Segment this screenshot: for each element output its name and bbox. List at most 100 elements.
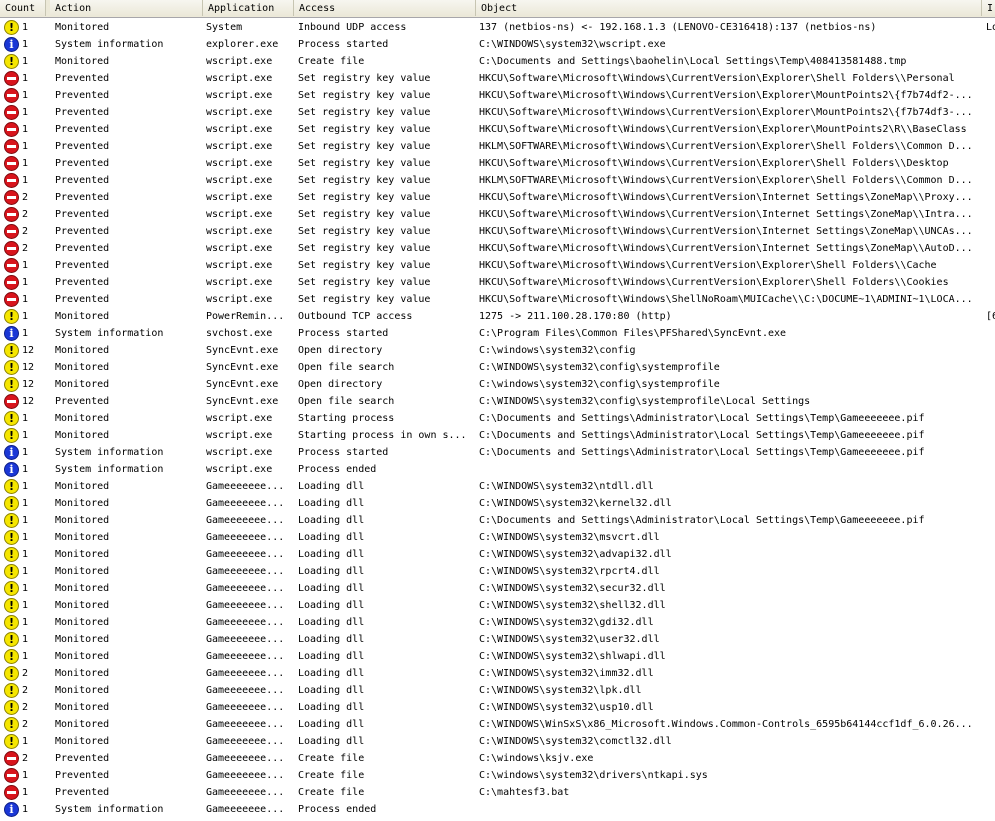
table-row[interactable]: 1 Prevented wscript.exe Set registry key va… [0,291,995,308]
application-cell: Gameeeeeee... [206,685,285,696]
table-row[interactable]: 1 System information wscript.exe Process en… [0,461,995,478]
table-row[interactable]: 1 Prevented wscript.exe Set registry key va… [0,87,995,104]
table-row[interactable]: 1 Monitored wscript.exe Starting process in… [0,427,995,444]
count-value: 1 [22,515,29,526]
table-row[interactable]: 2 Monitored Gameeeeeee... Loading dll C:\WIN… [0,682,995,699]
extra-cell: Lo [986,22,995,33]
access-cell: Process ended [298,464,377,475]
action-cell: Prevented [55,158,110,169]
extra-cell [986,223,995,240]
extra-cell [986,631,995,648]
column-header-action[interactable]: Action [50,0,203,16]
extra-cell [986,257,995,274]
table-row[interactable]: 1 Prevented wscript.exe Set registry key va… [0,155,995,172]
table-row[interactable]: 1 Prevented wscript.exe Set registry key va… [0,138,995,155]
table-row[interactable]: 2 Monitored Gameeeeeee... Loading dll C:\WIN… [0,665,995,682]
column-header-access[interactable]: Access [294,0,476,16]
table-row[interactable]: 1 Prevented wscript.exe Set registry key va… [0,121,995,138]
table-row[interactable]: 1 Monitored wscript.exe Starting process C:\… [0,410,995,427]
table-row[interactable]: 2 Prevented wscript.exe Set registry key va… [0,189,995,206]
count-cell: 12 [0,393,50,410]
count-cell: 2 [0,189,50,206]
table-row[interactable]: 1 Prevented wscript.exe Set registry key va… [0,70,995,87]
count-cell: 2 [0,682,50,699]
action-cell: Monitored [55,532,110,543]
table-row[interactable]: 1 System information Gameeeeeee... Process … [0,801,995,818]
object-cell: C:\WINDOWS\system32\shlwapi.dll [479,651,666,662]
extra-cell [986,427,995,444]
table-row[interactable]: 1 Prevented wscript.exe Set registry key va… [0,257,995,274]
table-row[interactable]: 1 Prevented wscript.exe Set registry key va… [0,172,995,189]
table-row[interactable]: 2 Prevented wscript.exe Set registry key va… [0,240,995,257]
warning-icon [4,360,19,375]
table-row[interactable]: 1 Prevented Gameeeeeee... Create file C:\mah… [0,784,995,801]
table-row[interactable]: 12 Prevented SyncEvnt.exe Open file search C… [0,393,995,410]
table-row[interactable]: 1 Monitored Gameeeeeee... Loading dll C:\WIN… [0,495,995,512]
table-row[interactable]: 2 Monitored Gameeeeeee... Loading dll C:\WIN… [0,699,995,716]
table-row[interactable]: 12 Monitored SyncEvnt.exe Open file search C… [0,359,995,376]
application-cell: Gameeeeeee... [206,634,285,645]
count-value: 2 [22,209,29,220]
object-cell: HKCU\Software\Microsoft\Windows\CurrentV… [479,158,949,169]
action-cell: Monitored [55,668,110,679]
table-row[interactable]: 1 Prevented wscript.exe Set registry key va… [0,104,995,121]
table-row[interactable]: 1 Monitored Gameeeeeee... Loading dll C:\WIN… [0,648,995,665]
table-row[interactable]: 1 Monitored Gameeeeeee... Loading dll C:\WIN… [0,580,995,597]
object-cell: C:\WINDOWS\system32\lpk.dll [479,685,642,696]
column-header-application[interactable]: Application [203,0,294,16]
table-row[interactable]: 1 Monitored Gameeeeeee... Loading dll C:\WIN… [0,631,995,648]
count-cell: 1 [0,648,50,665]
access-cell: Loading dll [298,634,365,645]
table-row[interactable]: 1 System information explorer.exe Process s… [0,36,995,53]
event-log-table: Count Action Application Access Object I… [0,0,995,821]
table-row[interactable]: 1 Monitored PowerRemin... Outbound TCP acce… [0,308,995,325]
count-value: 1 [22,260,29,271]
count-value: 2 [22,226,29,237]
table-row[interactable]: 1 Monitored Gameeeeeee... Loading dll C:\WIN… [0,733,995,750]
count-value: 1 [22,549,29,560]
table-row[interactable]: 1 Monitored Gameeeeeee... Loading dll C:\WIN… [0,529,995,546]
table-row[interactable]: 1 System information svchost.exe Process st… [0,325,995,342]
application-cell: Gameeeeeee... [206,736,285,747]
action-cell: Monitored [55,634,110,645]
table-row[interactable]: 1 Monitored Gameeeeeee... Loading dll C:\WIN… [0,614,995,631]
info-icon [4,326,19,341]
extra-cell [986,495,995,512]
table-row[interactable]: 12 Monitored SyncEvnt.exe Open directory C:\… [0,376,995,393]
count-value: 1 [22,566,29,577]
count-cell: 1 [0,172,50,189]
count-value: 1 [22,413,29,424]
table-row[interactable]: 1 Prevented wscript.exe Set registry key va… [0,274,995,291]
table-row[interactable]: 12 Monitored SyncEvnt.exe Open directory C:\… [0,342,995,359]
table-row[interactable]: 1 Prevented Gameeeeeee... Create file C:\win… [0,767,995,784]
warning-icon [4,411,19,426]
application-cell: wscript.exe [206,158,273,169]
table-row[interactable]: 2 Prevented wscript.exe Set registry key va… [0,223,995,240]
table-row[interactable]: 1 Monitored Gameeeeeee... Loading dll C:\WIN… [0,597,995,614]
deny-icon [4,173,19,188]
table-row[interactable]: 2 Prevented wscript.exe Set registry key va… [0,206,995,223]
action-cell: Prevented [55,124,110,135]
application-cell: wscript.exe [206,175,273,186]
table-row[interactable]: 1 Monitored Gameeeeeee... Loading dll C:\WIN… [0,478,995,495]
column-header-object[interactable]: Object [476,0,982,16]
access-cell: Process ended [298,804,377,815]
table-row[interactable]: 1 Monitored wscript.exe Create file C:\Docum… [0,53,995,70]
count-value: 12 [22,396,35,407]
action-cell: Monitored [55,549,110,560]
object-cell: HKCU\Software\Microsoft\Windows\CurrentV… [479,226,973,237]
column-header-count[interactable]: Count [0,0,46,16]
table-row[interactable]: 2 Monitored Gameeeeeee... Loading dll C:\WIN… [0,716,995,733]
application-cell: Gameeeeeee... [206,498,285,509]
application-cell: Gameeeeeee... [206,600,285,611]
table-row[interactable]: 1 Monitored System Inbound UDP access 137 (n… [0,19,995,36]
table-row[interactable]: 2 Prevented Gameeeeeee... Create file C:\win… [0,750,995,767]
table-row[interactable]: 1 System information wscript.exe Process st… [0,444,995,461]
table-row[interactable]: 1 Monitored Gameeeeeee... Loading dll C:\WIN… [0,563,995,580]
access-cell: Loading dll [298,736,365,747]
count-value: 1 [22,124,29,135]
table-row[interactable]: 1 Monitored Gameeeeeee... Loading dll C:\WIN… [0,546,995,563]
count-value: 1 [22,90,29,101]
column-header-extra[interactable]: I [982,0,995,16]
table-row[interactable]: 1 Monitored Gameeeeeee... Loading dll C:\Doc… [0,512,995,529]
